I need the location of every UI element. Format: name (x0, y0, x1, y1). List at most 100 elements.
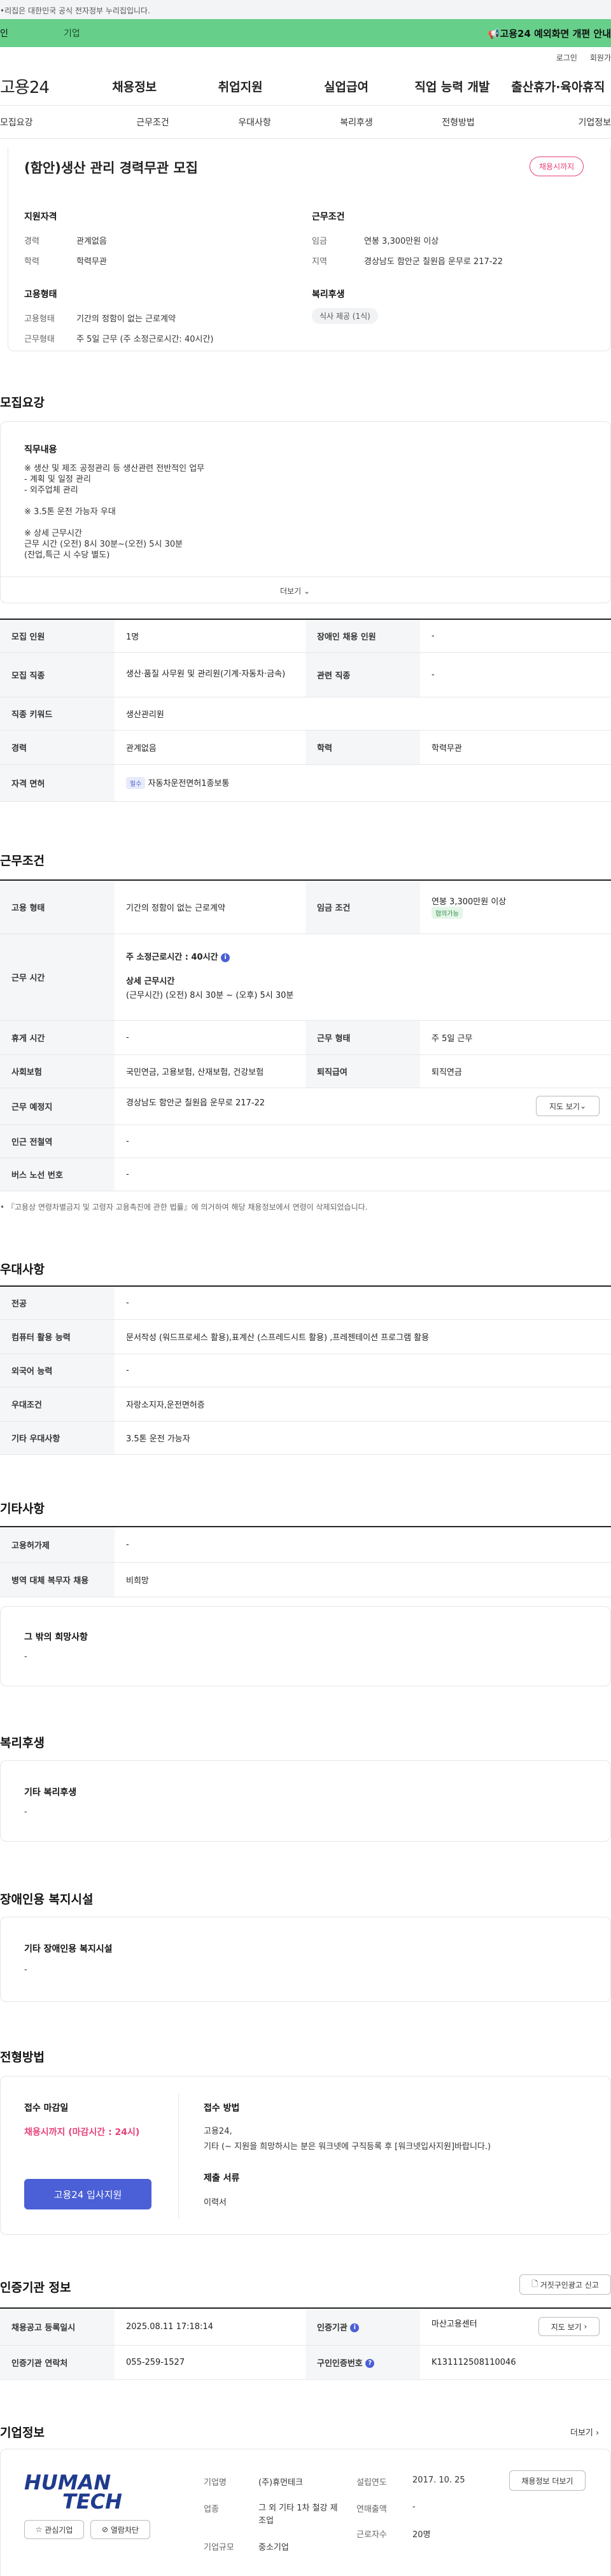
agency-table: 채용공고 등록일시 2025.08.11 17:18:14 인증기관 i 마산고… (0, 2307, 611, 2380)
place-value: 경상남도 함안군 칠원읍 운무로 217-22 (126, 1098, 265, 1108)
staff-value: 20명 (412, 2530, 431, 2540)
recruit-table: 모집 인원 1명 장애인 채용 인원 - 모집 직종 생산·품질 사무원 및 관… (0, 619, 611, 802)
related-value: - (420, 652, 611, 697)
severance-value: 퇴직연금 (420, 1054, 611, 1088)
status-badge: 채용시까지 (530, 157, 584, 176)
place-label: 근무 예정지 (0, 1088, 115, 1125)
apply-button[interactable]: 고용24 입사지원 (24, 2179, 151, 2209)
permit-value: - (115, 1527, 611, 1563)
size-value: 중소기업 (258, 2543, 289, 2552)
computer-value: 문서작성 (워드프로세스 활용),표계산 (스프레드시트 활용) ,프레젠테이션… (115, 1319, 611, 1354)
sales-label: 연매출액 (356, 2505, 387, 2514)
gov-notice-text: •리집은 대한민국 공식 전자정부 누리집입니다. (0, 6, 150, 15)
region-value: 경상남도 함안군 칠원읍 운무로 217-22 (364, 257, 503, 267)
career-value: 관계없음 (76, 237, 107, 246)
age-footnote: • 『고용상 연령차별금지 및 고령자 고용촉진에 관한 법률』에 의거하여 해… (0, 1203, 368, 1212)
gnb-item-parental-leave[interactable]: 출산휴가·육아휴직 (505, 78, 611, 95)
insurance-label: 사회보험 (0, 1054, 115, 1088)
info-icon[interactable]: i (350, 2323, 360, 2333)
other-value: - (24, 1652, 27, 1662)
work-map-button[interactable]: 지도 보기 ⌄ (536, 1096, 600, 1116)
gnb-item-unemployment[interactable]: 실업급여 (293, 78, 399, 95)
emp-title: 고용형태 (24, 290, 57, 300)
cond-title: 근무조건 (312, 212, 345, 222)
info-icon[interactable]: ? (365, 2359, 375, 2368)
job-label: 모집 직종 (0, 652, 115, 697)
global-nav: 고용24 채용정보 취업지원 실업급여 직업 능력 개발 출산휴가·육아휴직 (0, 67, 611, 106)
docs-title: 제출 서류 (204, 2173, 240, 2183)
duty-line: 근무 시간 (오전) 8시 30분~(오전) 5시 30분 (24, 540, 183, 549)
reg-value: 2025.08.11 17:18:14 (115, 2308, 306, 2346)
tab-selection[interactable]: 전형방법 (407, 106, 509, 138)
other-title: 그 밖의 희망사항 (24, 1632, 88, 1642)
disabled-label: 장애인 채용 인원 (306, 619, 420, 653)
disabled-value: - (420, 619, 611, 653)
pref-cond-value: 자랑소지자,운전면허증 (115, 1387, 611, 1422)
tab-work-conditions[interactable]: 근무조건 (102, 106, 204, 138)
docs-value: 이력서 (204, 2198, 227, 2208)
gnb-item-training[interactable]: 직업 능력 개발 (399, 78, 505, 95)
tab-preferences[interactable]: 우대사항 (204, 106, 306, 138)
block-icon: ⊘ (101, 2525, 109, 2534)
company-section-title: 기업정보 (0, 2426, 45, 2440)
industry-value: 그 외 기타 1차 철강 제조업 (258, 2503, 338, 2526)
agency-value: 마산고용센터 (432, 2320, 477, 2330)
method-line-1: 고용24, (204, 2127, 232, 2136)
license-value: 자동차운전면허1종보통 (148, 779, 230, 788)
tab-company[interactable]: 기업정보 (509, 106, 611, 138)
career-row-label: 경력 (0, 730, 115, 765)
company-logo: HUMAN TECH (24, 2472, 151, 2512)
duty-line: ※ 상세 근무시간 (24, 529, 82, 538)
method-title: 접수 방법 (204, 2103, 240, 2113)
tab-recruit[interactable]: 모집요강 (0, 106, 102, 138)
welfare-pill: 식사 제공 (1식) (312, 308, 378, 324)
tab-welfare[interactable]: 복리후생 (306, 106, 407, 138)
agency-label: 인증기관 i (306, 2308, 420, 2346)
lang-label: 외국어 능력 (0, 1354, 115, 1387)
work-table: 고용 형태 기간의 정함이 없는 근로계약 임금 조건 연봉 3,300만원 이… (0, 879, 611, 1191)
favorite-company-button[interactable]: ☆ 관심기업 (24, 2520, 84, 2539)
shift-value: 주 5일 근무 (420, 1020, 611, 1055)
major-label: 전공 (0, 1286, 115, 1320)
military-value: 비희망 (115, 1562, 611, 1597)
job-title: (함안)생산 관리 경력무관 모집 (24, 160, 198, 176)
site-logo[interactable]: 고용24 (0, 74, 81, 98)
apply-card (0, 2076, 611, 2235)
hours-detail-title: 상세 근무시간 (126, 977, 175, 986)
login-link[interactable]: 로그인 (556, 52, 577, 63)
company-name-value: (주)휴먼테크 (258, 2478, 303, 2488)
career-row-value: 관계없음 (115, 730, 306, 765)
keyword-label: 직종 키워드 (0, 697, 115, 731)
lang-value: - (115, 1354, 611, 1387)
document-icon: 🗋 (531, 2279, 538, 2288)
agency-map-button[interactable]: 지도 보기 › (538, 2317, 600, 2337)
emp-label: 고용 형태 (0, 880, 115, 934)
qual-title: 지원자격 (24, 212, 57, 222)
benefit-value: - (24, 1807, 27, 1817)
company-jobs-button[interactable]: 채용정보 더보기 (509, 2470, 586, 2491)
block-company-button[interactable]: ⊘ 열람차단 (90, 2520, 150, 2539)
info-icon[interactable]: i (221, 953, 230, 962)
banner-tab-company[interactable]: 기업 (64, 27, 80, 39)
pref-etc-value: 3.5톤 운전 가능자 (115, 1421, 611, 1455)
banner-tab-left[interactable]: 인 (0, 27, 64, 39)
permit-label: 고용허가제 (0, 1527, 115, 1563)
gnb-item-employment[interactable]: 취업지원 (187, 78, 293, 95)
duty-line: - 계획 및 일정 관리 (24, 475, 91, 484)
duty-more-button[interactable]: 더보기 ⌄ (280, 585, 310, 596)
company-more-link[interactable]: 더보기 › (570, 2426, 599, 2438)
worktype-value: 주 5일 근무 (주 소정근로시간: 40시간) (76, 335, 214, 344)
banner-notice-link[interactable]: 📢고용24 예외화면 개편 안내 (488, 27, 611, 40)
gnb-item-jobs[interactable]: 채용정보 (81, 78, 187, 95)
required-chip: 필수 (126, 777, 146, 789)
industry-label: 업종 (204, 2505, 219, 2514)
region-label: 지역 (312, 257, 327, 267)
report-button[interactable]: 🗋 거짓구인광고 신고 (519, 2274, 611, 2295)
bus-label: 버스 노선 번호 (0, 1158, 115, 1191)
etc-table: 고용허가제 - 병역 대체 복무자 채용 비희망 (0, 1526, 611, 1597)
gov-notice-bar: •리집은 대한민국 공식 전자정부 누리집입니다. (0, 0, 611, 19)
related-label: 관련 직종 (306, 652, 420, 697)
signup-link[interactable]: 회원가 (590, 52, 611, 63)
duty-line: (잔업,특근 시 수당 별도) (24, 550, 110, 560)
work-section-title: 근무조건 (0, 854, 45, 868)
